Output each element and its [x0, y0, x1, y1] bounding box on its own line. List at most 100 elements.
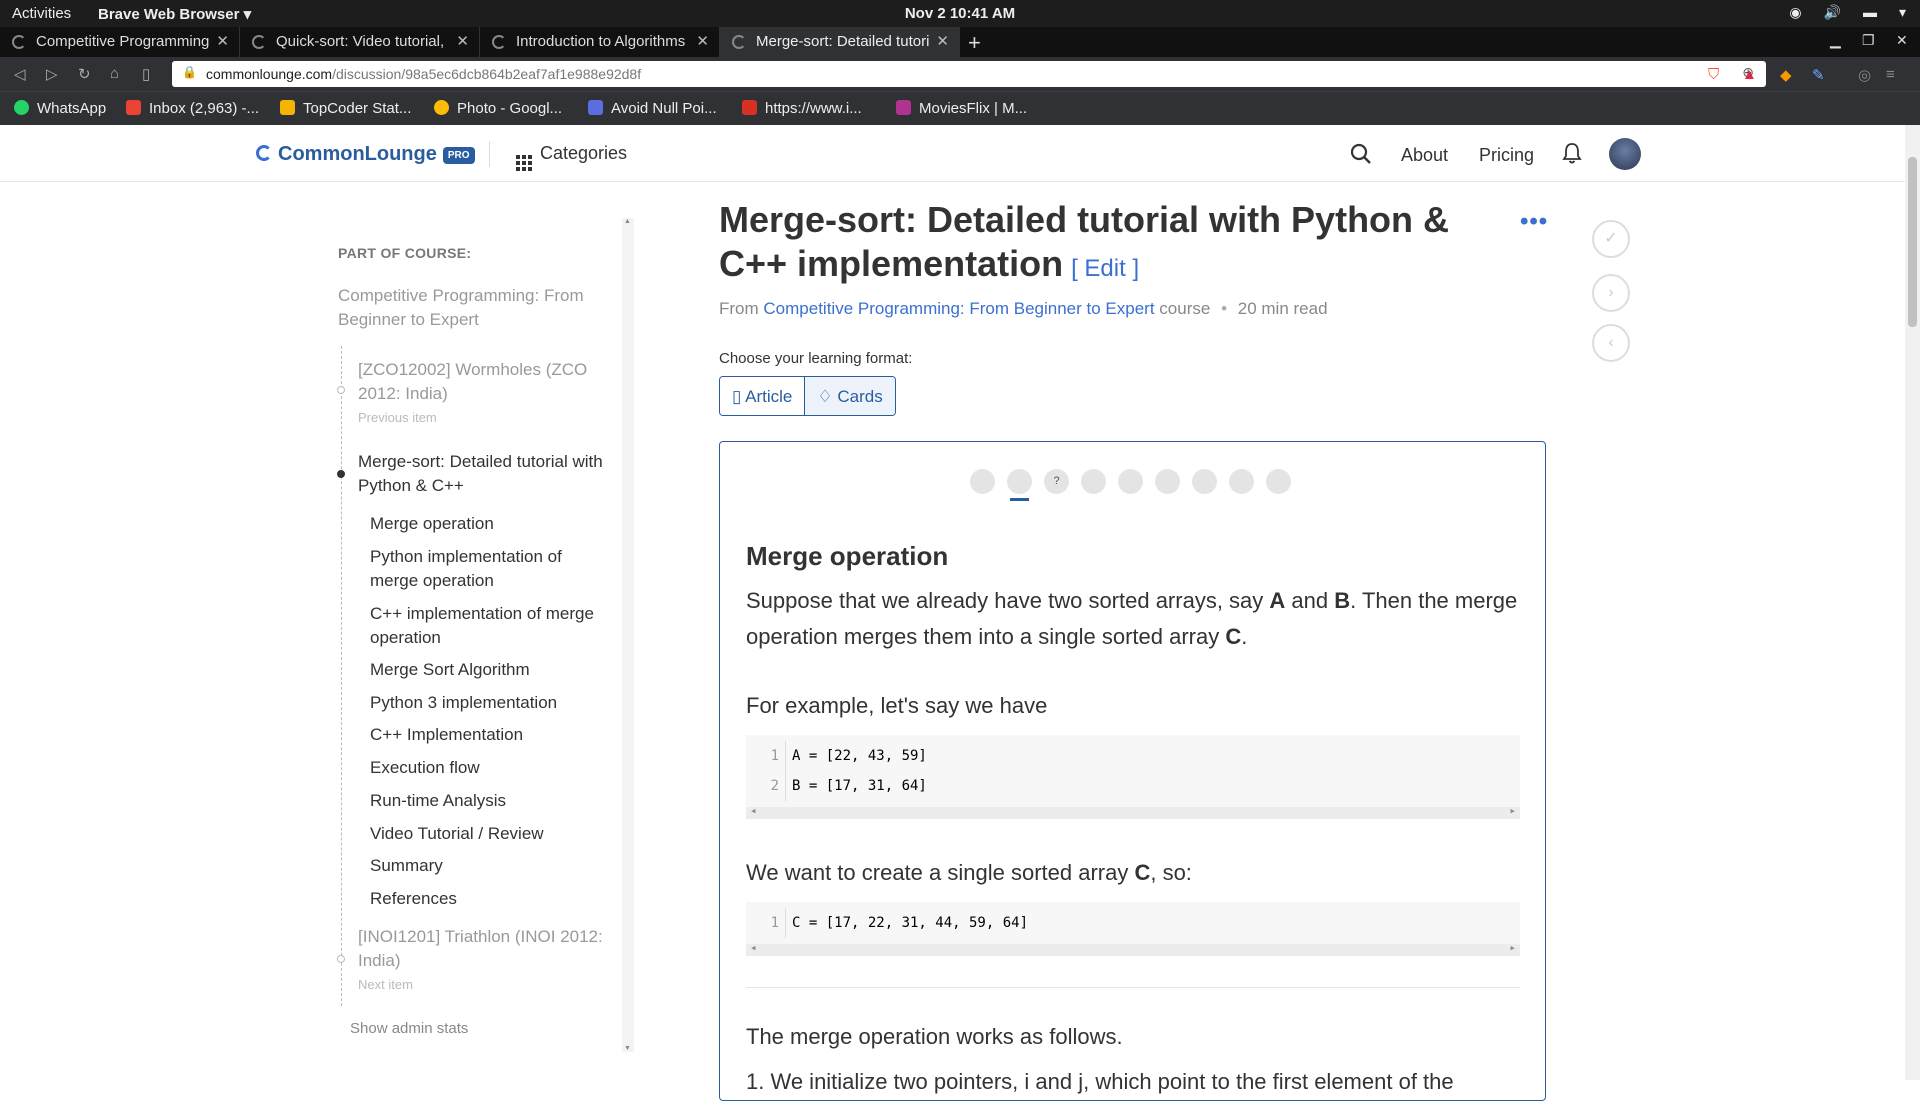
logo-icon — [256, 145, 272, 161]
close-icon[interactable]: ✕ — [936, 32, 949, 50]
cards-format-button[interactable]: ♢ Cards — [804, 377, 895, 415]
power-menu-icon[interactable]: ▾ — [1899, 4, 1906, 21]
progress-dot[interactable] — [1118, 469, 1143, 494]
close-icon[interactable]: ✕ — [696, 32, 709, 50]
show-admin-stats-link[interactable]: Show admin stats — [350, 1020, 468, 1037]
code-scrollbar[interactable] — [746, 804, 1520, 819]
system-tray[interactable]: ◉ 🔊 ▬ ▾ — [1789, 4, 1906, 21]
part-of-course-label: PART OF COURSE: — [338, 245, 472, 261]
pricing-link[interactable]: Pricing — [1479, 145, 1534, 166]
sidebar-section-python-merge[interactable]: Python implementation of merge operation — [370, 545, 610, 593]
back-icon[interactable]: ◁ — [14, 65, 26, 83]
code-block-output[interactable]: 1C = [17, 22, 31, 44, 59, 64] — [746, 902, 1520, 956]
site-icon — [588, 100, 603, 115]
lock-icon[interactable]: 🔒 — [182, 65, 197, 79]
previous-icon[interactable]: ‹ — [1592, 324, 1630, 362]
minimize-icon[interactable]: ▁ — [1830, 32, 1841, 49]
check-icon[interactable]: ✓ — [1592, 220, 1630, 258]
more-options-icon[interactable]: ••• — [1520, 208, 1548, 236]
progress-dot[interactable] — [1266, 469, 1291, 494]
code-line: 1A = [22, 43, 59] — [746, 741, 1520, 771]
address-bar[interactable]: 🔒 commonlounge.com/discussion/98a5ec6dcb… — [172, 61, 1766, 87]
sidebar-section-runtime[interactable]: Run-time Analysis — [370, 789, 610, 813]
pen-extension-icon[interactable]: ✎ — [1812, 66, 1825, 84]
tab-favicon-icon — [492, 35, 506, 49]
google-photos-icon — [434, 100, 449, 115]
menu-icon[interactable]: ≡ — [1886, 66, 1895, 83]
progress-dot-current[interactable] — [1007, 469, 1032, 501]
about-link[interactable]: About — [1401, 145, 1448, 166]
sidebar-section-references[interactable]: References — [370, 887, 610, 911]
progress-dot[interactable] — [1155, 469, 1180, 494]
paragraph-want: We want to create a single sorted array … — [746, 860, 1192, 885]
restore-icon[interactable]: ❐ — [1862, 32, 1875, 49]
progress-dot[interactable] — [1229, 469, 1254, 494]
code-block-input[interactable]: 1A = [22, 43, 59] 2B = [17, 31, 64] — [746, 735, 1520, 819]
current-item-title[interactable]: Merge-sort: Detailed tutorial with Pytho… — [358, 450, 608, 498]
next-item-caption: Next item — [358, 977, 413, 992]
clock[interactable]: Nov 2 10:41 AM — [0, 5, 1920, 22]
network-icon[interactable]: ◉ — [1789, 4, 1801, 21]
progress-dot[interactable] — [970, 469, 995, 494]
close-icon[interactable]: ✕ — [456, 32, 469, 50]
system-top-bar: Activities Brave Web Browser ▾ Nov 2 10:… — [0, 0, 1920, 27]
extension-icon[interactable]: ◆ — [1780, 66, 1792, 84]
url-text[interactable]: commonlounge.com/discussion/98a5ec6dcb86… — [206, 66, 641, 82]
user-avatar[interactable] — [1609, 138, 1641, 170]
progress-dot[interactable] — [1081, 469, 1106, 494]
next-icon[interactable]: › — [1592, 274, 1630, 312]
page-scrollbar[interactable] — [1905, 125, 1920, 1080]
tab-competitive-programming[interactable]: Competitive Programming ✕ — [0, 27, 240, 57]
course-link[interactable]: Competitive Programming: From Beginner t… — [338, 284, 608, 332]
bookmark-whatsapp[interactable]: WhatsApp — [14, 100, 106, 117]
close-window-icon[interactable]: ✕ — [1896, 32, 1908, 49]
reload-icon[interactable]: ↻ — [78, 65, 91, 83]
next-item-link[interactable]: [INOI1201] Triathlon (INOI 2012: India) — [358, 925, 608, 973]
commonlounge-logo[interactable]: CommonLounge PRO — [256, 143, 475, 166]
search-icon[interactable] — [1350, 143, 1372, 165]
bookmark-inbox[interactable]: Inbox (2,963) -... — [126, 100, 259, 117]
format-toggle: ▯ Article ♢ Cards — [719, 376, 896, 416]
bookmark-topcoder[interactable]: TopCoder Stat... — [280, 100, 411, 117]
bookmark-avoid-null[interactable]: Avoid Null Poi... — [588, 100, 717, 117]
profile-icon[interactable]: ◎ — [1858, 66, 1871, 84]
edit-link[interactable]: [ Edit ] — [1071, 255, 1139, 282]
bookmark-https[interactable]: https://www.i... — [742, 100, 862, 117]
categories-menu[interactable]: Categories — [516, 143, 627, 171]
brave-rewards-icon[interactable]: ▲ — [1742, 66, 1757, 83]
tab-merge-sort[interactable]: Merge-sort: Detailed tutori ✕ — [720, 27, 960, 57]
sidebar-section-execution-flow[interactable]: Execution flow — [370, 756, 610, 780]
article-format-button[interactable]: ▯ Article — [720, 377, 805, 415]
home-icon[interactable]: ⌂ — [110, 65, 119, 82]
brave-shields-icon[interactable]: ⛉ — [1708, 66, 1719, 83]
sidebar-section-cpp[interactable]: C++ Implementation — [370, 723, 610, 747]
bookmark-moviesflix[interactable]: MoviesFlix | M... — [896, 100, 1027, 117]
sidebar-section-merge-sort-algorithm[interactable]: Merge Sort Algorithm — [370, 658, 610, 682]
site-header: CommonLounge PRO Categories About Pricing — [0, 125, 1920, 182]
sidebar-scrollbar[interactable] — [622, 218, 634, 1052]
progress-dot[interactable] — [1192, 469, 1217, 494]
tab-quick-sort[interactable]: Quick-sort: Video tutorial, ✕ — [240, 27, 480, 57]
sidebar-section-merge-operation[interactable]: Merge operation — [370, 512, 610, 536]
sidebar-section-python3[interactable]: Python 3 implementation — [370, 691, 610, 715]
forward-icon[interactable]: ▷ — [46, 65, 58, 83]
new-tab-button[interactable]: + — [968, 30, 981, 56]
progress-dot-quiz[interactable]: ? — [1044, 469, 1069, 494]
previous-item-link[interactable]: [ZCO12002] Wormholes (ZCO 2012: India) — [358, 358, 608, 406]
scrollbar-thumb[interactable] — [1908, 157, 1917, 327]
tab-intro-algorithms[interactable]: Introduction to Algorithms ✕ — [480, 27, 720, 57]
course-meta-link[interactable]: Competitive Programming: From Beginner t… — [763, 299, 1154, 318]
close-icon[interactable]: ✕ — [216, 32, 229, 50]
volume-icon[interactable]: 🔊 — [1824, 4, 1841, 21]
paragraph-intro: Suppose that we already have two sorted … — [746, 588, 1518, 649]
sidebar-section-summary[interactable]: Summary — [370, 854, 610, 878]
bookmark-photo[interactable]: Photo - Googl... — [434, 100, 562, 117]
sidebar-section-cpp-merge[interactable]: C++ implementation of merge operation — [370, 602, 610, 650]
battery-icon[interactable]: ▬ — [1863, 4, 1877, 21]
bookmark-icon[interactable]: ▯ — [142, 65, 150, 83]
section-heading: Merge operation — [746, 541, 949, 571]
code-scrollbar[interactable] — [746, 941, 1520, 956]
article-meta: From Competitive Programming: From Begin… — [719, 299, 1328, 318]
bell-icon[interactable] — [1562, 142, 1582, 164]
sidebar-section-video[interactable]: Video Tutorial / Review — [370, 822, 610, 846]
